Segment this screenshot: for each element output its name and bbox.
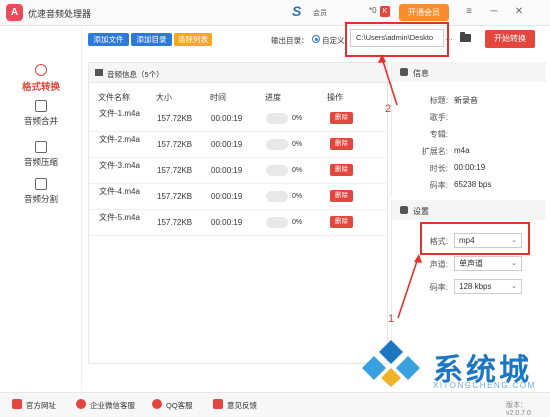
wechat-service-link[interactable]: 企业微信客服 (90, 400, 135, 411)
qq-service-link[interactable]: QQ客服 (166, 400, 193, 411)
watermark-logo (362, 340, 420, 387)
watermark-url: XITONGCHENG.COM (433, 381, 536, 390)
feedback-icon (213, 399, 223, 409)
website-icon (12, 399, 22, 409)
qq-icon (152, 399, 162, 409)
version-label: 版本：v2.0.7.0 (506, 402, 531, 417)
annotation-number-2: 2 (385, 103, 392, 115)
bottom-bar: 官方网址 企业微信客服 QQ客服 意见反馈 版本：v2.0.7.0 (0, 392, 550, 417)
feedback-link[interactable]: 意见反馈 (227, 400, 257, 411)
annotation-number-1: 1 (388, 313, 395, 325)
official-site-link[interactable]: 官方网址 (26, 400, 56, 411)
wechat-service-icon (76, 399, 86, 409)
